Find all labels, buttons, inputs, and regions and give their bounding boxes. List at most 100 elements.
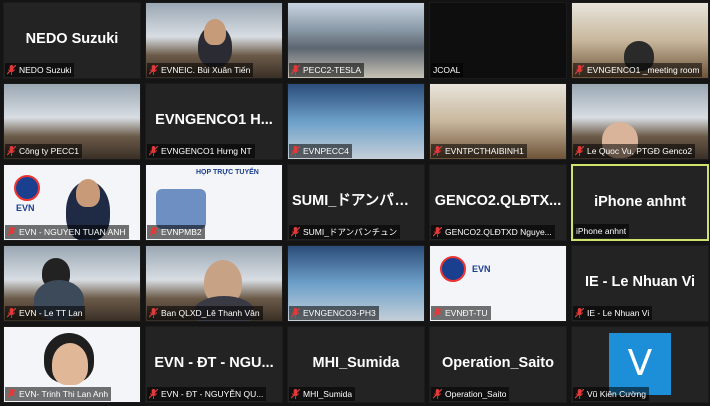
participant-tile[interactable]: JCOAL <box>429 2 567 79</box>
participant-tile[interactable]: MHI_Sumida MHI_Sumida <box>287 326 425 403</box>
participant-name: EVNEIC. Bùi Xuân Tiến <box>161 65 251 75</box>
participant-label: JCOAL <box>431 63 464 77</box>
participant-tile[interactable]: EVN- Trinh Thi Lan Anh <box>3 326 141 403</box>
mic-muted-icon <box>149 389 158 399</box>
participant-name: EVN- Trinh Thi Lan Anh <box>19 389 109 399</box>
video-grid: NEDO Suzuki NEDO Suzuki EVNEIC. Bùi Xuân… <box>0 0 710 406</box>
participant-name: EVNGENCO1 Hưng NT <box>161 146 252 156</box>
participant-name: EVNTPCTHAIBINH1 <box>445 146 524 156</box>
mic-muted-icon <box>291 308 300 318</box>
participant-label: EVNGENCO1 Hưng NT <box>147 144 255 158</box>
mic-muted-icon <box>7 308 16 318</box>
participant-tile[interactable]: EVN EVNĐT-TU <box>429 245 567 322</box>
participant-name: JCOAL <box>433 65 461 75</box>
participant-label: EVNPMB2 <box>147 225 205 239</box>
participant-tile[interactable]: HỌP TRỰC TUYẾN EVNPMB2 <box>145 164 283 241</box>
participant-tile[interactable]: Ban QLXD_Lê Thanh Vân <box>145 245 283 322</box>
participant-tile[interactable]: Công ty PECC1 <box>3 83 141 160</box>
participant-label: EVNEIC. Bùi Xuân Tiến <box>147 63 254 77</box>
mic-muted-icon <box>291 227 300 237</box>
mic-muted-icon <box>433 389 442 399</box>
participant-tile[interactable]: EVNPECC4 <box>287 83 425 160</box>
participant-tile[interactable]: EVN - ĐT - NGU... EVN - ĐT - NGUYỄN QU..… <box>145 326 283 403</box>
participant-center-name: NEDO Suzuki <box>25 31 119 47</box>
slide-graphic <box>156 189 206 229</box>
participant-name: EVN - ĐT - NGUYỄN QU... <box>161 389 264 399</box>
participant-label: SUMI_ドアンパンチュン <box>289 225 401 239</box>
participant-name: EVNGENCO3-PH3 <box>303 308 376 318</box>
participant-tile[interactable]: IE - Le Nhuan Vi IE - Le Nhuan Vi <box>571 245 709 322</box>
participant-name: EVNGENCO1 _meeting room <box>587 65 700 75</box>
participant-label: EVN - ĐT - NGUYỄN QU... <box>147 387 267 401</box>
participant-name: SUMI_ドアンパンチュン <box>303 227 398 237</box>
participant-label: Le Quoc Vu, PTGĐ Genco2 <box>573 144 696 158</box>
participant-center-name: EVNGENCO1 H... <box>155 112 273 128</box>
mic-muted-icon <box>7 146 16 156</box>
participant-tile[interactable]: EVNGENCO3-PH3 <box>287 245 425 322</box>
mic-muted-icon <box>7 227 16 237</box>
participant-label: EVN- Trinh Thi Lan Anh <box>5 387 112 401</box>
evn-logo-text: EVN <box>16 203 35 213</box>
participant-name: GENCO2.QLĐTXD Nguye... <box>445 227 552 237</box>
participant-name: Công ty PECC1 <box>19 146 79 156</box>
mic-muted-icon <box>433 227 442 237</box>
participant-label: Công ty PECC1 <box>5 144 82 158</box>
mic-muted-icon <box>149 65 158 75</box>
participant-tile[interactable]: EVNGENCO1 _meeting room <box>571 2 709 79</box>
participant-name: PECC2-TESLA <box>303 65 362 75</box>
participant-name: Le Quoc Vu, PTGĐ Genco2 <box>587 146 693 156</box>
participant-center-name: MHI_Sumida <box>312 355 400 371</box>
participant-center-name: Operation_Saito <box>442 355 554 371</box>
mic-muted-icon <box>7 389 16 399</box>
participant-name: EVN - NGUYEN TUAN ANH <box>19 227 126 237</box>
participant-center-name: GENCO2.QLĐTX... <box>434 193 562 209</box>
participant-center-name: iPhone anhnt <box>594 194 686 210</box>
participant-name: Vũ Kiên Cường <box>587 389 646 399</box>
mic-muted-icon <box>149 227 158 237</box>
participant-label: Vũ Kiên Cường <box>573 387 649 401</box>
participant-tile[interactable]: EVNGENCO1 H... EVNGENCO1 Hưng NT <box>145 83 283 160</box>
participant-tile[interactable]: Operation_Saito Operation_Saito <box>429 326 567 403</box>
mic-muted-icon <box>433 146 442 156</box>
participant-name: Ban QLXD_Lê Thanh Vân <box>161 308 260 318</box>
participant-tile[interactable]: GENCO2.QLĐTX... GENCO2.QLĐTXD Nguye... <box>429 164 567 241</box>
participant-name: iPhone anhnt <box>576 226 627 236</box>
participant-tile[interactable]: NEDO Suzuki NEDO Suzuki <box>3 2 141 79</box>
participant-tile[interactable]: EVN - Le TT Lan <box>3 245 141 322</box>
participant-name: MHI_Sumida <box>303 389 353 399</box>
mic-muted-icon <box>291 65 300 75</box>
mic-muted-icon <box>7 65 16 75</box>
mic-muted-icon <box>291 146 300 156</box>
participant-face <box>76 179 100 207</box>
participant-tile[interactable]: V Vũ Kiên Cường <box>571 326 709 403</box>
participant-tile[interactable]: PECC2-TESLA <box>287 2 425 79</box>
participant-label: EVNGENCO1 _meeting room <box>573 63 703 77</box>
evn-logo-text: EVN <box>472 264 491 274</box>
participant-tile-active-speaker[interactable]: iPhone anhnt iPhone anhnt <box>571 164 709 241</box>
mic-muted-icon <box>575 65 584 75</box>
participant-label: EVNĐT-TU <box>431 306 491 320</box>
participant-label: MHI_Sumida <box>289 387 356 401</box>
participant-tile[interactable]: EVNEIC. Bùi Xuân Tiến <box>145 2 283 79</box>
participant-face <box>52 343 88 385</box>
mic-muted-icon <box>291 389 300 399</box>
participant-label: EVNTPCTHAIBINH1 <box>431 144 527 158</box>
participant-tile[interactable]: EVNTPCTHAIBINH1 <box>429 83 567 160</box>
evn-logo-icon <box>14 175 40 201</box>
participant-center-name: IE - Le Nhuan Vi <box>584 274 696 290</box>
participant-label: Operation_Saito <box>431 387 510 401</box>
participant-label: EVNPECC4 <box>289 144 352 158</box>
participant-label: EVN - NGUYEN TUAN ANH <box>5 225 129 239</box>
slide-title: HỌP TRỰC TUYẾN <box>196 169 259 176</box>
participant-name: Operation_Saito <box>445 389 507 399</box>
mic-muted-icon <box>433 308 442 318</box>
participant-name: EVNĐT-TU <box>445 308 488 318</box>
participant-name: NEDO Suzuki <box>19 65 72 75</box>
participant-label: NEDO Suzuki <box>5 63 75 77</box>
mic-muted-icon <box>575 146 584 156</box>
participant-tile[interactable]: SUMI_ドアンパン... SUMI_ドアンパンチュン <box>287 164 425 241</box>
participant-label: PECC2-TESLA <box>289 63 365 77</box>
participant-tile[interactable]: Le Quoc Vu, PTGĐ Genco2 <box>571 83 709 160</box>
participant-label: EVN - Le TT Lan <box>5 306 86 320</box>
participant-tile[interactable]: EVN EVN - NGUYEN TUAN ANH <box>3 164 141 241</box>
